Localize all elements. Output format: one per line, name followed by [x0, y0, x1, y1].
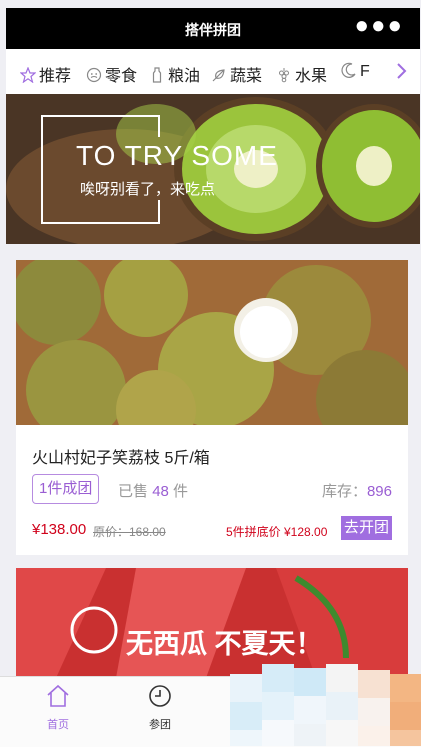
- current-price: ¥138.00: [32, 521, 87, 538]
- chevron-right-icon[interactable]: [392, 61, 410, 81]
- original-price: 原价：168.00: [93, 525, 166, 539]
- tab-join-group[interactable]: 参团: [120, 683, 200, 732]
- sold-count: 已售 48 件: [118, 480, 188, 501]
- grape-icon: [279, 68, 289, 83]
- category-label: 蔬菜: [230, 68, 263, 85]
- group-bottom-price: 5件拼底价 ¥128.00: [226, 525, 328, 539]
- category-label: F: [360, 63, 370, 80]
- banner-frame-edge: [158, 200, 160, 222]
- watermelon-promo-card[interactable]: 无西瓜 不夏天！: [16, 568, 408, 678]
- product-photo: [16, 260, 408, 425]
- product-name[interactable]: 火山村妃子笑荔枝 5斤/箱: [32, 444, 210, 468]
- home-icon: [47, 684, 69, 707]
- category-bar: 推荐 零食 粮油 蔬菜 水果 F: [6, 49, 420, 94]
- banner-frame-edge: [158, 115, 160, 137]
- category-tab-grain-oil[interactable]: 粮油: [149, 62, 200, 86]
- start-group-button[interactable]: 去开团: [340, 516, 392, 540]
- more-dots-icon[interactable]: ●●●: [355, 12, 405, 40]
- banner-headline: TO TRY SOME: [76, 140, 278, 171]
- category-label: 水果: [295, 68, 328, 85]
- tab-home[interactable]: 首页: [18, 683, 98, 732]
- star-icon: [20, 67, 36, 83]
- group-size-badge: 1件成团: [32, 474, 100, 504]
- category-label: 推荐: [39, 68, 72, 85]
- category-tab-snacks[interactable]: 零食: [86, 62, 137, 86]
- clock-icon: [149, 685, 171, 707]
- sold-unit: 件: [173, 483, 189, 500]
- leaf-icon: [212, 69, 225, 82]
- category-tab-vegetables[interactable]: 蔬菜: [211, 62, 262, 86]
- moon-icon: [341, 62, 356, 78]
- tab-label: 参团: [149, 719, 171, 731]
- hero-banner[interactable]: TO TRY SOME 唉呀别看了，来吃点: [6, 94, 420, 244]
- category-tab-recommend[interactable]: 推荐: [20, 62, 71, 86]
- smiley-icon: [86, 67, 102, 83]
- stock-number: 896: [366, 483, 392, 500]
- category-tab-fruits[interactable]: 水果: [276, 62, 327, 86]
- product-card[interactable]: 火山村妃子笑荔枝 5斤/箱 1件成团 已售 48 件 库存：896 ¥138.0…: [16, 260, 408, 555]
- category-label: 粮油: [168, 68, 201, 85]
- stock-label: 库存：: [321, 483, 367, 500]
- category-tab-more[interactable]: F: [341, 62, 370, 81]
- banner-subtitle: 唉呀别看了，来吃点: [80, 181, 216, 198]
- tab-label: 首页: [47, 719, 69, 731]
- promo-slogan: 无西瓜 不夏天！: [126, 629, 323, 659]
- sold-label: 已售: [118, 483, 149, 500]
- category-label: 零食: [105, 68, 138, 85]
- stock-count: 库存：896: [322, 480, 392, 501]
- sold-number: 48: [152, 483, 169, 500]
- bottle-icon: [152, 67, 162, 83]
- pixelated-overlay: [230, 664, 421, 746]
- title-bar: 搭伴拼团 ●●●: [6, 8, 420, 49]
